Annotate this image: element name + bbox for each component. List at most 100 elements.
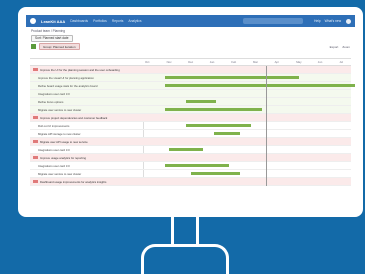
row-label: Roll out UI improvements xyxy=(30,124,143,128)
gantt-bar[interactable] xyxy=(164,83,355,88)
gantt-task-row[interactable]: Migrate API storage to new cluster xyxy=(30,130,351,138)
row-label: Integrations user card 3.0 xyxy=(30,92,143,96)
row-label-text: Roll out UI improvements xyxy=(38,123,70,128)
zoom-button[interactable]: Zoom xyxy=(342,45,350,49)
top-nav: Dashboards Portfolios Reports Analytics xyxy=(70,19,141,23)
group-tag-icon xyxy=(33,116,38,120)
gantt-bar[interactable] xyxy=(164,75,299,80)
gantt-task-row[interactable]: Migrate user service to new cluster xyxy=(30,106,351,114)
today-marker-line xyxy=(266,66,267,186)
row-label: Improve the UI for the planning session … xyxy=(30,68,143,72)
search-input[interactable] xyxy=(243,18,304,24)
gantt-task-row[interactable]: Integrations user card 3.0 xyxy=(30,162,351,170)
row-label: Migrate user service to new cluster xyxy=(30,108,143,112)
row-label-text: Dashboard usage improvements for analyti… xyxy=(40,179,107,184)
whats-new-link[interactable]: What's new xyxy=(325,19,341,23)
group-pill[interactable]: Group: Planned iteration xyxy=(39,43,80,50)
row-label: Improve project dependencies and custome… xyxy=(30,116,143,120)
timeline-month-label: Nov xyxy=(166,60,172,64)
timeline-month-label: Oct xyxy=(145,60,150,64)
sort-filter-chip[interactable]: Sort: Planned start date xyxy=(31,34,73,42)
row-label-text: Migrate user service to new cluster xyxy=(38,171,82,176)
row-label-text: Migrate user service to new cluster xyxy=(38,107,82,112)
timeline-month-label: Feb xyxy=(231,60,237,64)
timeline-month-label: Jul xyxy=(339,60,343,64)
monitor-neck xyxy=(171,217,199,247)
row-label: Migrate user API usage to new service xyxy=(30,140,143,144)
row-label-text: Improve usage analytics for reporting xyxy=(40,155,87,160)
logo-icon xyxy=(30,18,36,24)
row-label: Migrate user service to new cluster xyxy=(30,172,143,176)
timeline-month-label: Dec xyxy=(188,60,194,64)
gantt-bar[interactable] xyxy=(164,163,230,168)
timeline-month-label: Apr xyxy=(274,60,279,64)
monitor-foot xyxy=(141,244,229,274)
group-tag-icon xyxy=(33,156,38,160)
gantt-bar[interactable] xyxy=(164,107,262,112)
group-row: Group: Planned iteration Export Zoom xyxy=(26,42,355,51)
gantt-bar[interactable] xyxy=(214,131,241,136)
row-label-text: Refine focus options xyxy=(38,99,64,104)
row-label-text: Improve the UI for the planning session … xyxy=(40,67,120,72)
gantt-task-row[interactable]: Improve the visual UI for planning appli… xyxy=(30,74,351,82)
row-label: Dashboard usage improvements for analyti… xyxy=(30,180,143,184)
row-label: Integrations user card 3.0 xyxy=(30,164,143,168)
row-label: Improve usage analytics for reporting xyxy=(30,156,143,160)
row-label-text: Integrations user card 3.0 xyxy=(38,147,70,152)
row-label-text: Improve the visual UI for planning appli… xyxy=(38,75,94,80)
avatar[interactable] xyxy=(346,18,351,24)
gantt-task-row[interactable]: Integrations user card 3.0 xyxy=(30,146,351,154)
gantt-bar[interactable] xyxy=(168,147,204,152)
gantt-group-row[interactable]: Improve project dependencies and custome… xyxy=(30,114,351,122)
gantt-rows: Improve the UI for the planning session … xyxy=(30,66,355,186)
timeline-month-label: Jun xyxy=(317,60,323,64)
nav-item-dashboards[interactable]: Dashboards xyxy=(70,19,88,23)
row-label: Refine board usage stats for the analyti… xyxy=(30,84,143,88)
monitor-bezel: LeanKit AAA Dashboards Portfolios Report… xyxy=(18,7,363,217)
row-label-text: Migrate user API usage to new service xyxy=(40,139,88,144)
gantt-task-row[interactable]: Roll out UI improvements xyxy=(30,122,351,130)
group-tag-icon xyxy=(33,68,38,72)
row-label-text: Migrate API storage to new cluster xyxy=(38,131,81,136)
row-label: Improve the visual UI for planning appli… xyxy=(30,76,143,80)
gantt-task-row[interactable]: Refine focus options xyxy=(30,98,351,106)
gantt-task-row[interactable]: Migrate user service to new cluster xyxy=(30,170,351,178)
row-label-text: Refine board usage stats for the analyti… xyxy=(38,83,98,88)
row-label-text: Integrations user card 3.0 xyxy=(38,91,70,96)
monitor-screen: LeanKit AAA Dashboards Portfolios Report… xyxy=(26,15,355,209)
breadcrumb[interactable]: Product team / Planning xyxy=(31,29,65,33)
gantt-bar[interactable] xyxy=(186,123,251,128)
nav-item-analytics[interactable]: Analytics xyxy=(128,19,141,23)
nav-item-reports[interactable]: Reports xyxy=(112,19,124,23)
gantt-group-row[interactable]: Improve the UI for the planning session … xyxy=(30,66,351,74)
gantt-task-row[interactable]: Refine board usage stats for the analyti… xyxy=(30,82,355,90)
filter-row: Sort: Planned start date xyxy=(26,34,355,42)
group-color-icon xyxy=(31,44,36,49)
timeline-month-label: Jan xyxy=(209,60,215,64)
timeline-month-label: May xyxy=(296,60,302,64)
gantt-chart: Oct Nov Dec Jan Feb Mar Apr May Jun Jul Improve t… xyxy=(30,58,355,205)
row-label: Integrations user card 3.0 xyxy=(30,148,143,152)
app-name: LeanKit AAA xyxy=(41,18,66,24)
timeline-header: Oct Nov Dec Jan Feb Mar Apr May Jun Jul xyxy=(30,59,351,66)
export-button[interactable]: Export xyxy=(330,45,339,49)
breadcrumb-row: Product team / Planning xyxy=(26,27,355,34)
group-tag-icon xyxy=(33,180,38,184)
row-label-text: Improve project dependencies and custome… xyxy=(40,115,108,120)
row-label-text: Integrations user card 3.0 xyxy=(38,163,70,168)
row-label: Migrate API storage to new cluster xyxy=(30,132,143,136)
gantt-group-row[interactable]: Migrate user API usage to new service xyxy=(30,138,351,146)
view-controls: Export Zoom xyxy=(330,45,350,49)
gantt-group-row[interactable]: Dashboard usage improvements for analyti… xyxy=(30,178,351,186)
timeline-month-label: Mar xyxy=(253,60,258,64)
gantt-bar[interactable] xyxy=(186,99,217,104)
app-topbar: LeanKit AAA Dashboards Portfolios Report… xyxy=(26,15,355,27)
gantt-group-row[interactable]: Improve usage analytics for reporting xyxy=(30,154,351,162)
nav-item-portfolios[interactable]: Portfolios xyxy=(93,19,107,23)
group-tag-icon xyxy=(33,140,38,144)
topbar-right: Help What's new xyxy=(314,19,341,23)
gantt-task-row[interactable]: Integrations user card 3.0 xyxy=(30,90,351,98)
gantt-bar[interactable] xyxy=(190,171,241,176)
row-label: Refine focus options xyxy=(30,100,143,104)
help-link[interactable]: Help xyxy=(314,19,321,23)
